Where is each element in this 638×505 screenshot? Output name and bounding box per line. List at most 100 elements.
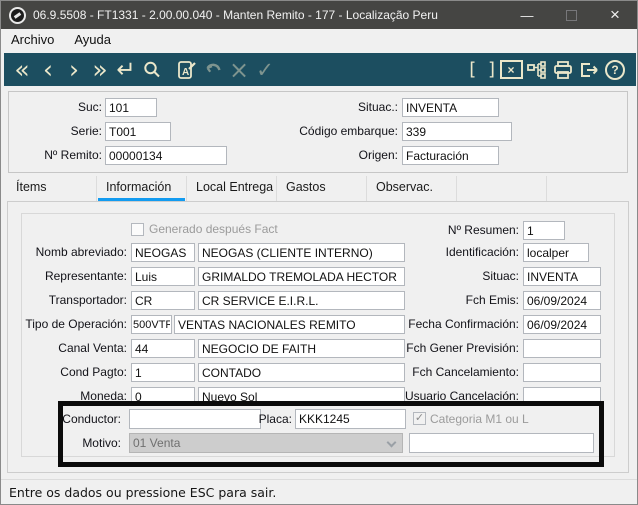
tipo-operacion-label: Tipo de Operación: bbox=[25, 317, 127, 331]
search-button[interactable] bbox=[139, 55, 165, 85]
nomb-abreviado-code-input[interactable] bbox=[131, 243, 195, 262]
cond-pagto-code-input[interactable] bbox=[131, 363, 195, 382]
conductor-label: Conductor: bbox=[62, 412, 121, 426]
cond-pagto-desc-input[interactable] bbox=[198, 363, 405, 382]
next-record-button[interactable]: › bbox=[61, 55, 87, 85]
identificacion-input[interactable] bbox=[523, 243, 589, 262]
maximize-button bbox=[549, 1, 593, 29]
status-bar: Entre os dados ou pressione ESC para sai… bbox=[1, 479, 637, 504]
fch-cancelamiento-label: Fch Cancelamiento: bbox=[412, 365, 519, 379]
next-record-icon: › bbox=[69, 54, 79, 84]
canal-venta-label: Canal Venta: bbox=[58, 341, 127, 355]
undo-button bbox=[200, 55, 226, 85]
num-resumen-input[interactable] bbox=[523, 221, 565, 240]
origen-input[interactable] bbox=[402, 146, 499, 165]
brackets-button[interactable]: [ ] bbox=[469, 55, 498, 85]
maximize-icon bbox=[565, 9, 577, 21]
tab-items[interactable]: Ítems bbox=[7, 176, 97, 201]
remito-input[interactable] bbox=[105, 146, 227, 165]
transportador-label: Transportador: bbox=[48, 293, 127, 307]
cancel-icon: × bbox=[228, 55, 250, 84]
exit-button[interactable] bbox=[576, 55, 602, 85]
fecha-confirmacion-label: Fecha Confirmación: bbox=[408, 317, 519, 331]
canal-venta-desc-input[interactable] bbox=[198, 339, 405, 358]
situac-form-input[interactable] bbox=[523, 267, 601, 286]
previous-record-icon: ‹ bbox=[43, 54, 53, 84]
exit-icon bbox=[580, 62, 598, 77]
fch-emis-input[interactable] bbox=[523, 291, 601, 310]
serie-input[interactable] bbox=[105, 122, 171, 141]
tab-gastos[interactable]: Gastos bbox=[277, 176, 367, 201]
origen-label: Origen: bbox=[358, 148, 398, 162]
fch-cancelamiento-input[interactable] bbox=[523, 363, 601, 382]
last-record-button[interactable]: » bbox=[87, 55, 113, 85]
tipo-operacion-code-input[interactable] bbox=[131, 315, 172, 334]
app-logo-icon bbox=[9, 6, 26, 24]
situac-header-input[interactable] bbox=[402, 98, 499, 117]
transportador-code-input[interactable] bbox=[131, 291, 195, 310]
cancel-button: × bbox=[226, 55, 252, 85]
categoria-checkbox-label: Categoria M1 ou L bbox=[430, 412, 529, 426]
fch-gener-prevision-input[interactable] bbox=[523, 339, 601, 358]
print-button[interactable] bbox=[550, 55, 576, 85]
canal-venta-code-input[interactable] bbox=[131, 339, 195, 358]
fecha-confirmacion-input[interactable] bbox=[523, 315, 601, 334]
help-button[interactable]: ? bbox=[602, 55, 628, 85]
motivo-selected-value: 01 Venta bbox=[133, 436, 181, 450]
menu-bar: Archivo Ayuda bbox=[1, 29, 637, 50]
close-button[interactable]: × bbox=[593, 1, 637, 29]
tree-view-button[interactable] bbox=[524, 55, 550, 85]
suc-label: Suc: bbox=[77, 100, 102, 114]
placa-input[interactable] bbox=[295, 409, 406, 429]
situac-header-label: Situac.: bbox=[357, 100, 398, 114]
situac-form-label: Situac: bbox=[482, 269, 519, 283]
generado-checkbox bbox=[131, 223, 144, 236]
edit-record-icon: A bbox=[177, 60, 196, 79]
toolbar: « ‹ › » ↵ A × ✓ [ ] × ? bbox=[4, 53, 636, 86]
moneda-desc-input[interactable] bbox=[198, 387, 405, 406]
enter-icon: ↵ bbox=[116, 56, 136, 83]
remito-label: Nº Remito: bbox=[44, 148, 102, 162]
nomb-abreviado-desc-input[interactable] bbox=[198, 243, 405, 262]
window-title: 06.9.5508 - FT1331 - 2.00.00.040 - Mante… bbox=[33, 8, 438, 22]
search-icon bbox=[144, 61, 160, 77]
title-bar: 06.9.5508 - FT1331 - 2.00.00.040 - Mante… bbox=[1, 1, 637, 29]
codigo-embarque-input[interactable] bbox=[402, 122, 512, 141]
confirm-icon: ✓ bbox=[256, 57, 274, 82]
menu-archivo[interactable]: Archivo bbox=[1, 30, 64, 49]
tab-informacion[interactable]: Información bbox=[97, 176, 187, 201]
previous-record-button[interactable]: ‹ bbox=[35, 55, 61, 85]
transportador-desc-input[interactable] bbox=[198, 291, 405, 310]
first-record-button[interactable]: « bbox=[9, 55, 35, 85]
suc-input[interactable] bbox=[105, 98, 157, 117]
confirm-button: ✓ bbox=[252, 55, 278, 85]
menu-ayuda[interactable]: Ayuda bbox=[64, 30, 121, 49]
tab-bar: Ítems Información Local Entrega Gastos O… bbox=[7, 176, 627, 201]
usuario-cancelacion-input[interactable] bbox=[523, 387, 601, 406]
header-panel: Suc: Serie: Nº Remito: Situac.: Código e… bbox=[8, 91, 628, 173]
motivo-dropdown: 01 Venta bbox=[129, 433, 403, 453]
identificacion-label: Identificación: bbox=[445, 245, 519, 259]
motivo-extra-input[interactable] bbox=[409, 433, 594, 453]
boxed-x-icon: × bbox=[499, 60, 523, 79]
tipo-operacion-desc-input[interactable] bbox=[174, 315, 405, 334]
categoria-checkbox: ✓ bbox=[413, 412, 426, 425]
representante-code-input[interactable] bbox=[131, 267, 195, 286]
representante-desc-input[interactable] bbox=[198, 267, 405, 286]
print-icon bbox=[554, 60, 572, 79]
delete-button[interactable]: × bbox=[498, 55, 524, 85]
status-message: Entre os dados ou pressione ESC para sai… bbox=[9, 484, 277, 500]
tab-local-entrega[interactable]: Local Entrega bbox=[187, 176, 277, 201]
svg-text:A: A bbox=[182, 67, 189, 78]
serie-label: Serie: bbox=[70, 124, 102, 138]
nomb-abreviado-label: Nomb abreviado: bbox=[35, 245, 127, 259]
enter-button[interactable]: ↵ bbox=[113, 55, 139, 85]
tab-observac[interactable]: Observac. bbox=[367, 176, 457, 201]
moneda-label: Moneda: bbox=[80, 389, 127, 403]
minimize-button[interactable]: — bbox=[505, 1, 549, 29]
last-record-icon: » bbox=[92, 54, 108, 84]
edit-record-button[interactable]: A bbox=[174, 55, 200, 85]
help-icon: ? bbox=[605, 59, 625, 80]
brackets-icon: [ ] bbox=[469, 58, 498, 80]
moneda-code-input[interactable] bbox=[131, 387, 195, 406]
